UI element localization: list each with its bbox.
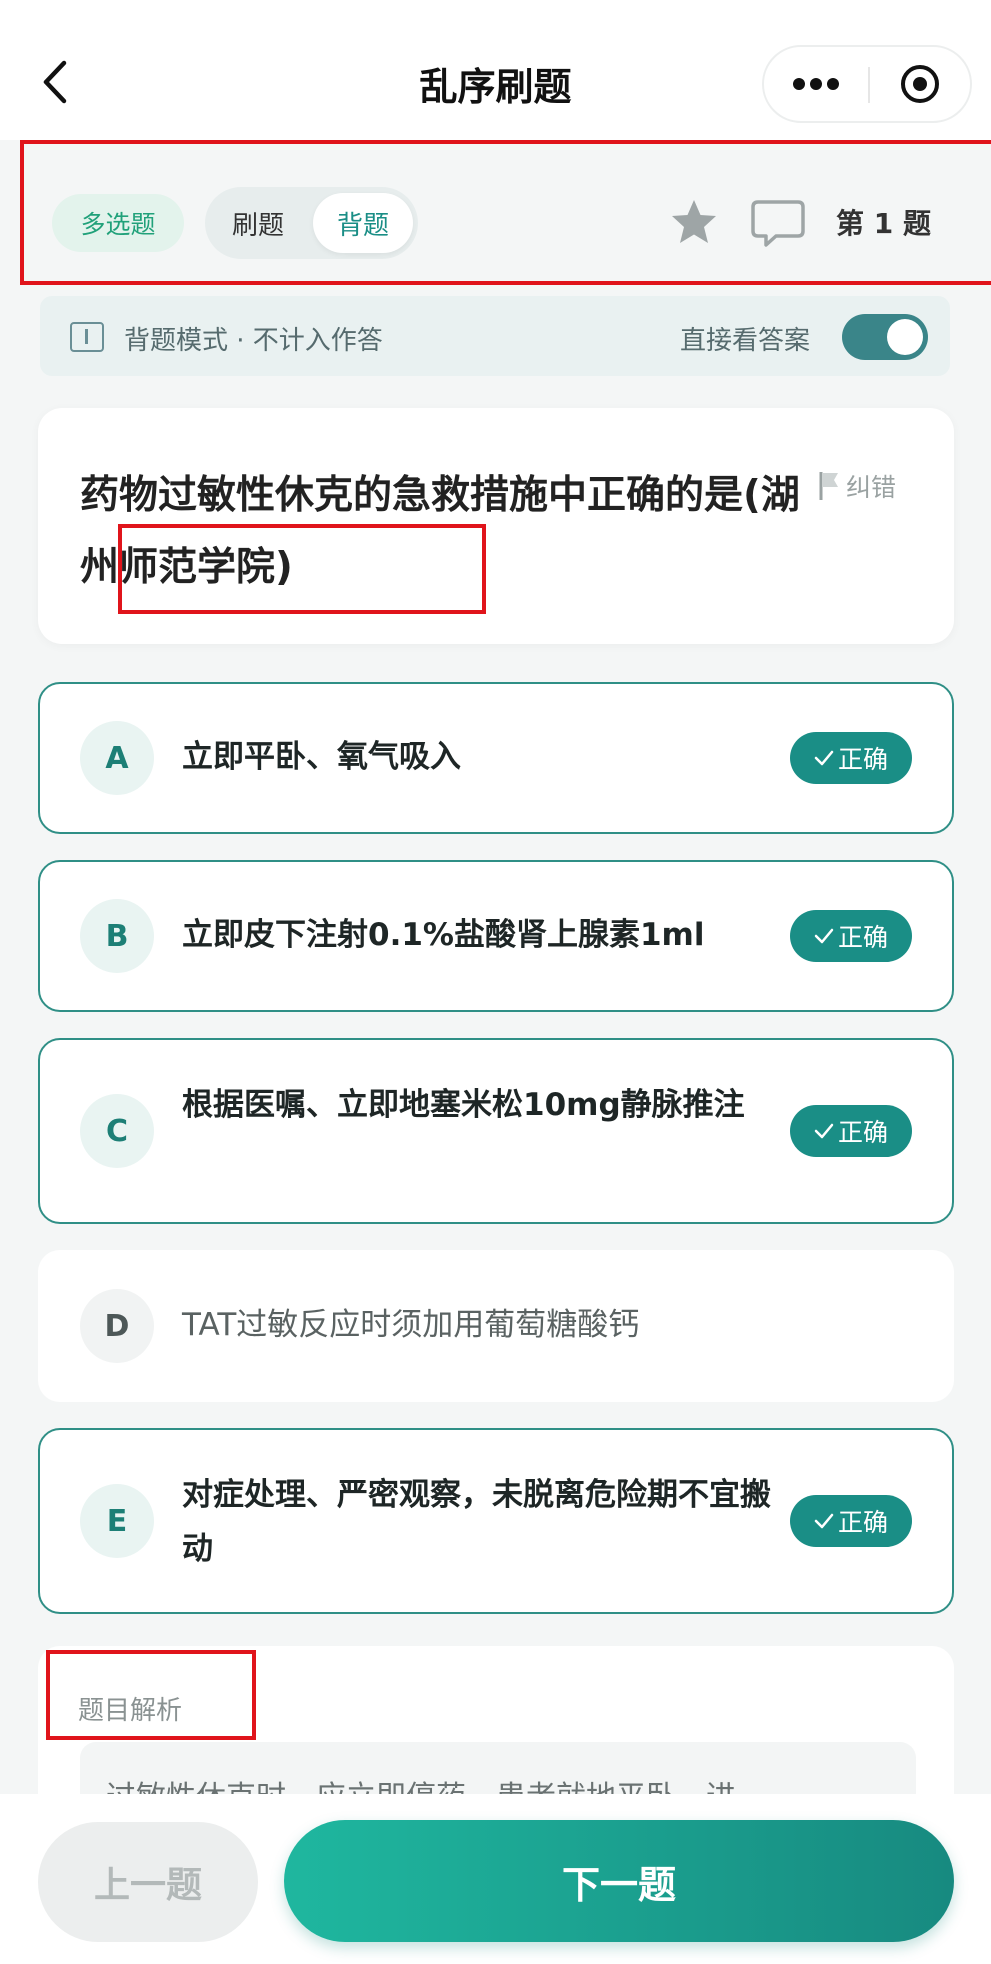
correct-badge: 正确 [790,732,912,784]
next-question-button[interactable]: 下一题 [284,1820,954,1942]
analysis-title: 题目解析 [78,1696,183,1726]
mode-segmented-control: 刷题 背题 [205,187,418,259]
option-text: TAT过敏反应时须加用葡萄糖酸钙 [182,1307,640,1343]
option-text: 立即皮下注射0.1%盐酸肾上腺素1ml [182,917,705,953]
correct-badge-label: 正确 [837,745,888,774]
option-e[interactable]: E 对症处理、严密观察，未脱离危险期不宜搬动 正确 [38,1428,954,1614]
option-letter: A [80,721,154,795]
favorite-button[interactable] [668,196,720,248]
question-type-badge: 多选题 [52,194,184,252]
nav-bar: 乱序刷题 [0,0,991,140]
close-mini-program-button[interactable] [870,47,970,121]
check-icon [814,1513,834,1529]
question-card: 药物过敏性休克的急救措施中正确的是(湖州师范学院) 纠错 [38,408,954,644]
book-icon [70,322,104,352]
show-answer-toggle[interactable] [842,314,928,360]
tab-recite[interactable]: 背题 [313,193,413,253]
option-text: 对症处理、严密观察，未脱离危险期不宜搬动 [182,1477,771,1567]
option-text: 根据医嘱、立即地塞米松10mg静脉推注 [182,1087,745,1123]
mini-program-capsule [762,45,972,123]
correct-badge-label: 正确 [837,923,888,952]
question-number: 第 1 题 [836,207,931,240]
more-button[interactable] [764,47,868,121]
correct-badge: 正确 [790,910,912,962]
report-error-button[interactable]: 纠错 [818,468,896,504]
correct-badge: 正确 [790,1105,912,1157]
target-icon [901,65,939,103]
report-error-label: 纠错 [846,473,897,502]
option-text: 立即平卧、氧气吸入 [182,739,461,775]
check-icon [814,750,834,766]
comment-icon [751,200,805,247]
tab-practice[interactable]: 刷题 [205,187,311,259]
toggle-knob [887,319,923,355]
option-letter: C [80,1094,154,1168]
correct-badge-label: 正确 [837,1118,888,1147]
comment-button[interactable] [750,198,806,250]
bottom-bar: 上一题 下一题 [0,1794,991,1964]
recite-mode-text: 背题模式 · 不计入作答 [124,326,383,356]
star-icon [672,200,716,243]
check-icon [814,1123,834,1139]
option-a[interactable]: A 立即平卧、氧气吸入 正确 [38,682,954,834]
prev-question-button[interactable]: 上一题 [38,1822,258,1942]
recite-mode-banner: 背题模式 · 不计入作答 直接看答案 [40,296,950,376]
quiz-page: 乱序刷题 多选题 刷题 背题 第 1 题 背题模式 · 不计入作答 直接看答案 … [0,0,991,1964]
more-dots-icon [793,78,839,90]
option-letter: E [80,1484,154,1558]
option-letter: B [80,899,154,973]
option-d[interactable]: D TAT过敏反应时须加用葡萄糖酸钙 [38,1250,954,1402]
flag-icon [819,472,838,500]
option-letter: D [80,1289,154,1363]
check-icon [814,928,834,944]
correct-badge-label: 正确 [837,1508,888,1537]
correct-badge: 正确 [790,1495,912,1547]
option-c[interactable]: C 根据医嘱、立即地塞米松10mg静脉推注 正确 [38,1038,954,1224]
option-b[interactable]: B 立即皮下注射0.1%盐酸肾上腺素1ml 正确 [38,860,954,1012]
question-text: 药物过敏性休克的急救措施中正确的是(湖州师范学院) [80,473,800,590]
show-answer-label: 直接看答案 [680,326,811,356]
